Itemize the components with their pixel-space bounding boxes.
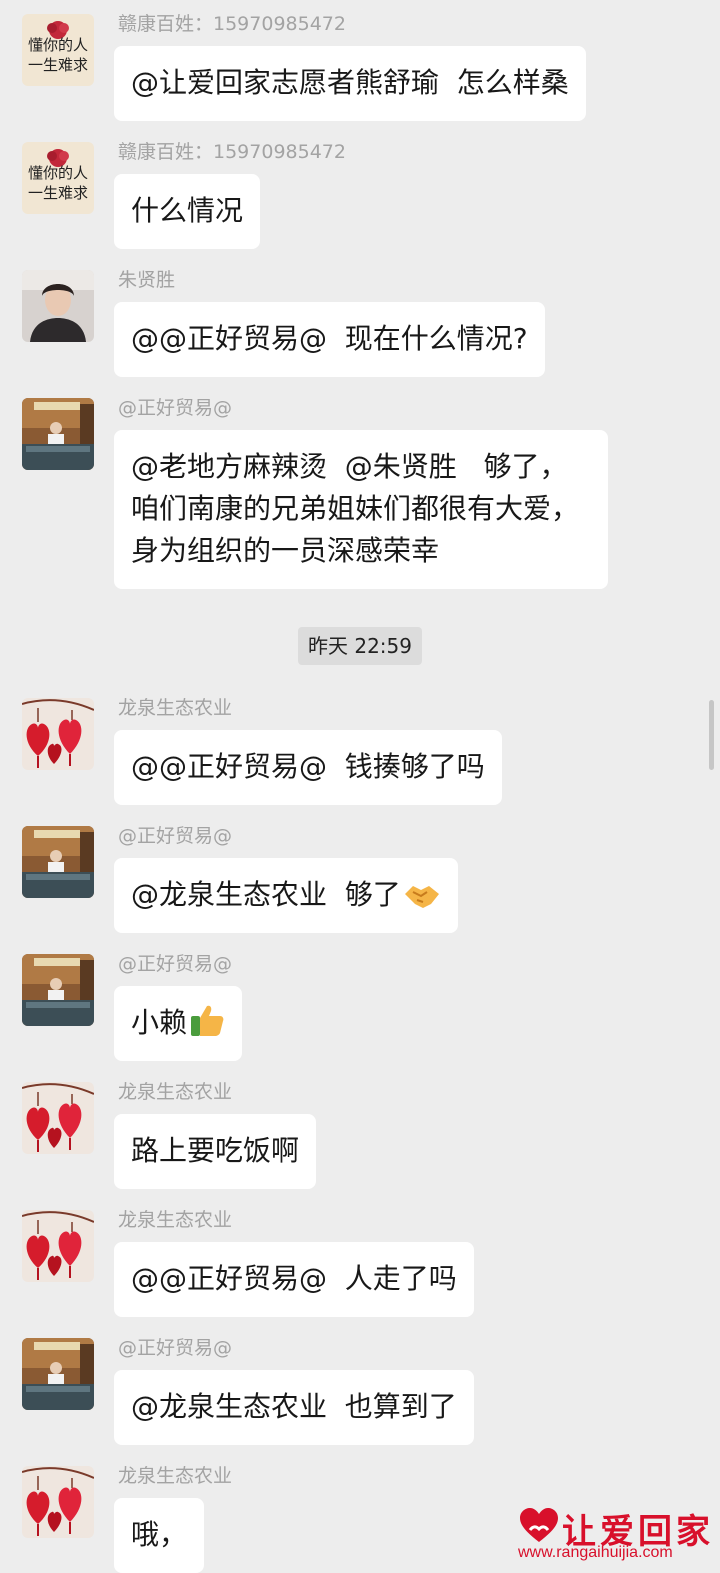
message-text: @让爱回家志愿者熊舒瑜 怎么样桑: [131, 66, 569, 99]
avatar[interactable]: [22, 1466, 94, 1538]
avatar[interactable]: [22, 954, 94, 1026]
message-text: @@正好贸易@ 人走了吗: [131, 1262, 457, 1295]
sender-name: 赣康百姓：15970985472: [118, 141, 346, 163]
avatar[interactable]: [22, 1210, 94, 1282]
svg-text:一生难求: 一生难求: [28, 184, 88, 202]
thumbs-up-icon: [191, 1005, 224, 1036]
message-bubble[interactable]: @@正好贸易@ 钱揍够了吗: [114, 730, 502, 805]
avatar[interactable]: [22, 270, 94, 342]
message-bubble[interactable]: 哦，: [114, 1498, 205, 1573]
avatar[interactable]: 懂你的人 一生难求: [22, 142, 94, 214]
sender-name: 龙泉生态农业: [118, 1209, 233, 1231]
message-text: 小赖: [131, 1006, 188, 1039]
message-bubble[interactable]: @老地方麻辣烫 @朱贤胜 够了，咱们南康的兄弟姐妹们都很有大爱，身为组织的一员深…: [114, 430, 608, 589]
time-divider: 昨天 22:59: [298, 627, 422, 665]
message-bubble[interactable]: @龙泉生态农业 也算到了: [114, 1370, 474, 1445]
message-text: @@正好贸易@ 钱揍够了吗: [131, 750, 485, 783]
avatar[interactable]: [22, 698, 94, 770]
message-bubble[interactable]: 小赖: [114, 986, 243, 1061]
avatar[interactable]: [22, 1338, 94, 1410]
sender-name: 龙泉生态农业: [118, 697, 233, 719]
handshake-icon: [404, 886, 439, 908]
watermark-url: www.rangaihuijia.com: [518, 1544, 673, 1561]
svg-text:一生难求: 一生难求: [28, 56, 88, 74]
message-bubble[interactable]: 路上要吃饭啊: [114, 1114, 317, 1189]
message-bubble[interactable]: 什么情况: [114, 174, 261, 249]
message-bubble[interactable]: @@正好贸易@ 现在什么情况?: [114, 302, 545, 377]
message-text: 路上要吃饭啊: [131, 1134, 300, 1167]
message-text: @龙泉生态农业 也算到了: [131, 1390, 457, 1423]
message-bubble[interactable]: @让爱回家志愿者熊舒瑜 怎么样桑: [114, 46, 586, 121]
sender-name: 朱贤胜: [118, 269, 176, 291]
svg-text:懂你的人: 懂你的人: [28, 36, 88, 54]
sender-name: @正好贸易@: [118, 1337, 233, 1359]
avatar[interactable]: 懂你的人 一生难求: [22, 14, 94, 86]
message-text: @@正好贸易@ 现在什么情况?: [131, 322, 528, 355]
message-text: 哦，: [131, 1518, 188, 1551]
message-bubble[interactable]: @@正好贸易@ 人走了吗: [114, 1242, 474, 1317]
message-bubble[interactable]: @龙泉生态农业 够了: [114, 858, 458, 933]
sender-name: 龙泉生态农业: [118, 1081, 233, 1103]
svg-text:懂你的人: 懂你的人: [28, 164, 88, 182]
sender-name: @正好贸易@: [118, 397, 233, 419]
avatar[interactable]: [22, 1082, 94, 1154]
scrollbar-thumb[interactable]: [709, 700, 714, 770]
avatar[interactable]: [22, 398, 94, 470]
sender-name: @正好贸易@: [118, 953, 233, 975]
message-text: 什么情况: [131, 194, 244, 227]
avatar[interactable]: [22, 826, 94, 898]
message-text: @老地方麻辣烫 @朱贤胜 够了，咱们南康的兄弟姐妹们都很有大爱，身为组织的一员深…: [131, 450, 580, 567]
sender-name: 赣康百姓：15970985472: [118, 13, 346, 35]
message-text: @龙泉生态农业 够了: [131, 878, 401, 911]
sender-name: 龙泉生态农业: [118, 1465, 233, 1487]
sender-name: @正好贸易@: [118, 825, 233, 847]
heart-hands-icon: [520, 1508, 558, 1542]
watermark-logo: 让爱回家 www.rangaihuijia.com: [516, 1502, 712, 1564]
